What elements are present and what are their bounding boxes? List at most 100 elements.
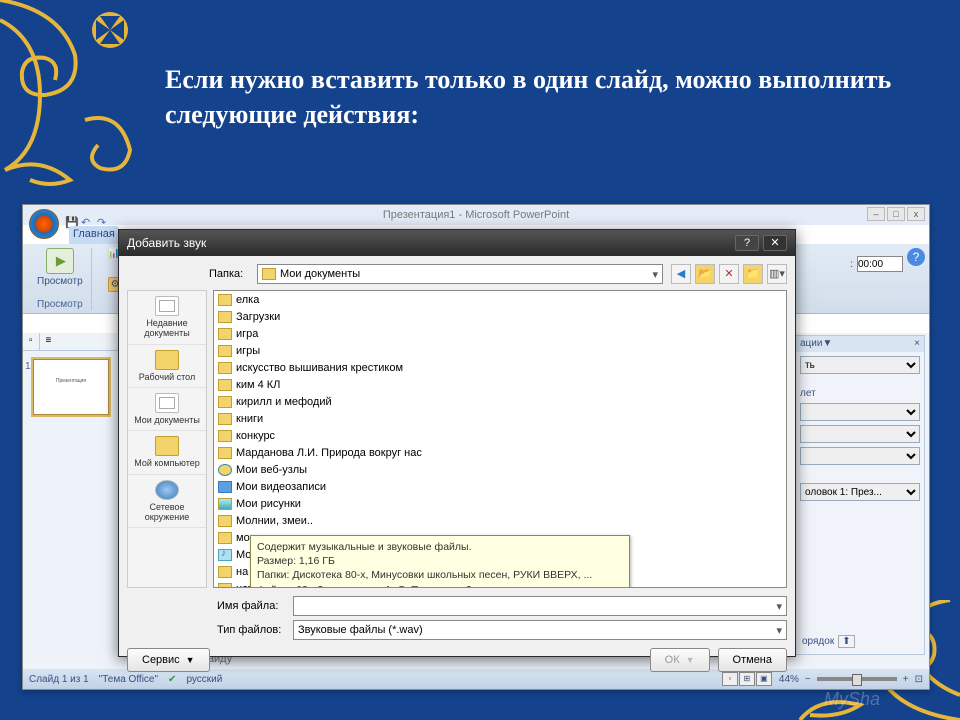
ribbon-tab-home[interactable]: Главная [69,226,119,244]
back-button[interactable]: ◀ [671,264,691,284]
file-item[interactable]: Мои веб-узлы [214,461,786,478]
place-item[interactable]: Рабочий стол [128,345,206,388]
slides-tab[interactable]: ▫ [23,333,40,350]
file-item[interactable]: игра [214,325,786,342]
file-item[interactable]: кирилл и мефодий [214,393,786,410]
reorder-up-icon[interactable]: ⬆ [838,635,854,648]
office-button[interactable] [29,209,59,239]
web-icon [218,464,232,476]
ok-button[interactable]: ОК▼ [650,648,710,672]
place-label: Сетевое окружение [130,502,204,523]
preview-button[interactable]: Просмотр [37,248,83,287]
tooltip-line-3: Папки: Дискотека 80-х, Минусовки школьны… [257,568,623,582]
folder-icon [218,345,232,357]
watermark: MySha [824,689,880,710]
file-item[interactable]: елка [214,291,786,308]
place-item[interactable]: Недавние документы [128,291,206,345]
file-name: Мои видеозаписи [236,481,326,493]
video-icon [218,481,232,493]
task-start-select[interactable] [800,403,920,421]
views-button[interactable]: ▥▾ [767,264,787,284]
file-name: елка [236,294,259,306]
task-label: лет [800,388,920,399]
file-name: Мои веб-узлы [236,464,307,476]
delete-button[interactable]: ✕ [719,264,739,284]
view-show-icon[interactable]: ▣ [756,672,772,686]
dialog-titlebar: Добавить звук ? ✕ [119,230,795,256]
dialog-help-button[interactable]: ? [735,235,759,251]
play-icon [46,248,74,274]
folder-icon [218,413,232,425]
folder-icon [218,447,232,459]
file-name: искусство вышивания крестиком [236,362,403,374]
file-item[interactable]: искусство вышивания крестиком [214,359,786,376]
view-sorter-icon[interactable]: ⊞ [739,672,755,686]
task-effect-select[interactable]: ть [800,356,920,374]
folder-combo[interactable]: Мои документы ▾ [257,264,663,284]
zoom-fit-icon[interactable]: ⊡ [915,674,923,685]
tools-button[interactable]: Сервис▼ [127,648,210,672]
chevron-down-icon[interactable]: ▾ [776,600,782,613]
file-name: Загрузки [236,311,280,323]
folder-icon [218,379,232,391]
insert-sound-dialog: Добавить звук ? ✕ Папка: Мои документы ▾… [118,229,796,657]
status-theme: "Тема Office" [99,674,158,685]
folder-icon [218,532,232,544]
file-name: книги [236,413,263,425]
zoom-percent[interactable]: 44% [779,674,799,685]
file-item[interactable]: Мои видеозаписи [214,478,786,495]
time-input[interactable] [857,256,903,272]
zoom-slider[interactable] [817,677,897,681]
task-chevron-icon[interactable]: ▼ [822,338,832,350]
view-normal-icon[interactable]: ▫ [722,672,738,686]
dialog-close-button[interactable]: ✕ [763,235,787,251]
up-button[interactable]: 📂 [695,264,715,284]
dialog-title: Добавить звук [127,236,206,250]
maximize-button[interactable]: □ [887,207,905,221]
folder-icon [218,328,232,340]
filename-input[interactable]: ▾ [293,596,787,616]
task-close-icon[interactable]: × [914,338,920,350]
place-label: Недавние документы [130,318,204,339]
reorder-label: орядок [802,636,834,647]
slide-thumbnail[interactable]: Презентация [33,359,109,415]
zoom-in-icon[interactable]: + [903,674,909,685]
time-label: : [850,259,853,270]
outline-tab[interactable]: ≡ [40,333,58,350]
zoom-out-icon[interactable]: − [805,674,811,685]
place-icon [155,296,179,316]
ornament-top-left [0,0,160,190]
place-item[interactable]: Мои документы [128,388,206,431]
place-item[interactable]: Сетевое окружение [128,475,206,529]
tooltip-line-1: Содержит музыкальные и звуковые файлы. [257,540,623,554]
chevron-down-icon[interactable]: ▾ [776,624,782,637]
file-item[interactable]: игры [214,342,786,359]
file-item[interactable]: ким 4 КЛ [214,376,786,393]
new-folder-button[interactable]: 📁 [743,264,763,284]
ppt-window-title: Презентация1 - Microsoft PowerPoint [383,209,569,221]
file-name: кирилл и мефодий [236,396,332,408]
file-item[interactable]: Мои рисунки [214,495,786,512]
chevron-down-icon[interactable]: ▾ [652,268,658,281]
file-name: Марданова Л.И. Природа вокруг нас [236,447,422,459]
task-item-select[interactable]: оловок 1: През... [800,483,920,501]
task-speed-select[interactable] [800,447,920,465]
file-item[interactable]: Молнии, змеи.. [214,512,786,529]
cancel-button[interactable]: Отмена [718,648,787,672]
folder-icon [218,583,232,589]
filename-label: Имя файла: [217,600,285,612]
minimize-button[interactable]: – [867,207,885,221]
file-list[interactable]: елка Загрузки играигры искусство вышивания … [213,290,787,588]
file-item[interactable]: конкурс [214,427,786,444]
close-button[interactable]: x [907,207,925,221]
place-icon [155,436,179,456]
filetype-select[interactable]: Звуковые файлы (*.wav) ▾ [293,620,787,640]
place-item[interactable]: Мой компьютер [128,431,206,474]
file-item[interactable]: Загрузки [214,308,786,325]
file-item[interactable]: Марданова Л.И. Природа вокруг нас [214,444,786,461]
status-language[interactable]: русский [186,674,222,685]
file-item[interactable]: книги [214,410,786,427]
task-prop-select[interactable] [800,425,920,443]
place-icon [155,480,179,500]
help-icon[interactable]: ? [907,248,925,266]
